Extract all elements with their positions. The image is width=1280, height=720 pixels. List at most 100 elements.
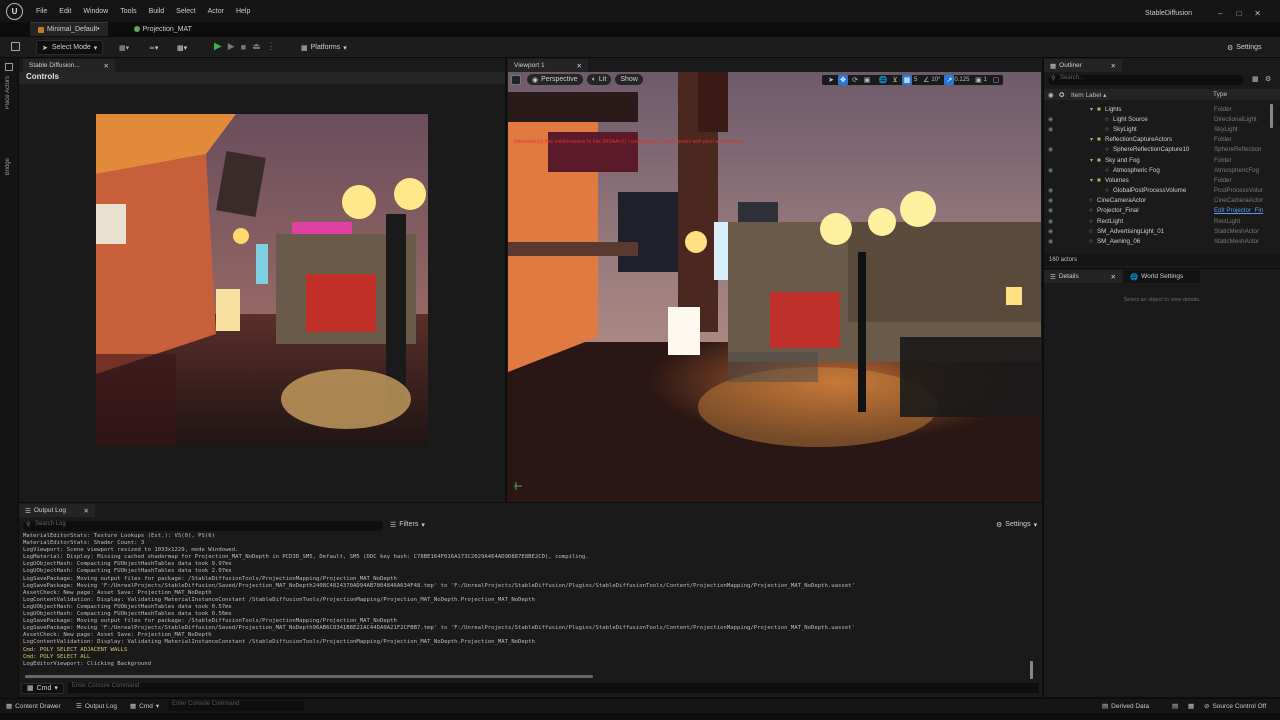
- select-mode-button[interactable]: ➤ Select Mode ▾: [36, 40, 104, 55]
- console-input[interactable]: Enter Console Command: [168, 701, 304, 711]
- menu-item-build[interactable]: Build: [149, 8, 165, 15]
- outliner-row[interactable]: ◉ ○ SM_Awning_06 StaticMeshActor: [1044, 236, 1274, 246]
- place-actors-icon[interactable]: [5, 63, 13, 71]
- perspective-button[interactable]: ◉ Perspective: [527, 74, 583, 85]
- outliner-row[interactable]: ◉ ○ Light Source DirectionalLight: [1044, 114, 1274, 124]
- expand-arrow-icon[interactable]: ▾: [1090, 106, 1093, 113]
- add-content-button[interactable]: ▦▾: [114, 40, 134, 55]
- log-vertical-scrollbar[interactable]: [1030, 661, 1033, 679]
- visibility-icon[interactable]: ◉: [1048, 197, 1053, 204]
- grid-value[interactable]: 5: [914, 77, 917, 83]
- add-folder-icon[interactable]: ▦: [1252, 75, 1259, 83]
- scale-snap-icon[interactable]: ↗: [944, 75, 955, 85]
- expand-arrow-icon[interactable]: ▾: [1090, 136, 1093, 143]
- visibility-icon[interactable]: ◉: [1048, 91, 1054, 99]
- save-icon[interactable]: [11, 42, 20, 51]
- pin-icon[interactable]: ✪: [1059, 91, 1064, 99]
- angle-snap-icon[interactable]: ∠: [921, 75, 931, 85]
- visibility-icon[interactable]: ◉: [1048, 146, 1053, 153]
- log-settings-button[interactable]: ⚙ Settings ▾: [991, 518, 1042, 531]
- close-icon[interactable]: ✕: [104, 62, 109, 70]
- output-log-button[interactable]: ☰ Output Log: [72, 699, 121, 713]
- visibility-icon[interactable]: ◉: [1048, 238, 1053, 245]
- translate-tool-icon[interactable]: ✥: [838, 75, 848, 85]
- visibility-icon[interactable]: ◉: [1048, 167, 1053, 174]
- stop-icon[interactable]: ■: [241, 42, 246, 52]
- close-icon[interactable]: ✕: [577, 62, 582, 70]
- close-icon[interactable]: ✕: [1111, 273, 1116, 281]
- outliner-row[interactable]: ◉ ○ SkyLight SkyLight: [1044, 124, 1274, 134]
- platforms-button[interactable]: ▦ Platforms ▾: [296, 40, 352, 55]
- close-icon[interactable]: ✕: [1111, 62, 1116, 70]
- play-advanced-icon[interactable]: ▶: [228, 41, 235, 52]
- place-actors-tab[interactable]: Place Actors: [5, 76, 11, 109]
- viewport-scene[interactable]: [508, 72, 1041, 502]
- outliner-row[interactable]: ▾ ■ Lights Folder: [1044, 104, 1274, 114]
- rotate-tool-icon[interactable]: ⟳: [850, 75, 860, 85]
- grid-snap-icon[interactable]: ▦: [902, 75, 912, 85]
- menu-item-window[interactable]: Window: [83, 8, 108, 15]
- menu-item-help[interactable]: Help: [236, 8, 250, 15]
- angle-value[interactable]: 10°: [931, 77, 940, 83]
- outliner-row[interactable]: ▾ ■ Volumes Folder: [1044, 175, 1274, 185]
- visibility-icon[interactable]: ◉: [1048, 126, 1053, 133]
- world-settings-tab[interactable]: 🌐 World Settings: [1124, 270, 1200, 283]
- details-tab[interactable]: ☰ Details ✕: [1044, 270, 1122, 283]
- cmd-button[interactable]: ▦ Cmd ▾: [126, 699, 163, 713]
- maximize-button[interactable]: □: [1236, 9, 1241, 18]
- camera-speed-value[interactable]: 1: [983, 77, 986, 83]
- menu-item-select[interactable]: Select: [176, 8, 195, 15]
- derived-data-button[interactable]: ▤ Derived Data: [1098, 699, 1153, 713]
- show-button[interactable]: Show: [615, 74, 643, 85]
- outliner-row[interactable]: ◉ ○ Projector_Final Edit Projector_Fin: [1044, 206, 1274, 216]
- outliner-row[interactable]: ◉ ○ CineCameraActor CineCameraActor: [1044, 196, 1274, 206]
- cinematics-button[interactable]: ▩▾: [172, 40, 192, 55]
- camera-speed-icon[interactable]: ▣: [973, 75, 983, 85]
- outliner-scrollbar[interactable]: [1270, 104, 1273, 128]
- viewport-menu-icon[interactable]: [511, 74, 521, 85]
- viewport-tab[interactable]: Viewport 1 ✕: [508, 59, 588, 72]
- outliner-item-type[interactable]: Edit Projector_Fin: [1214, 207, 1263, 214]
- menu-item-edit[interactable]: Edit: [59, 8, 71, 15]
- visibility-icon[interactable]: ◉: [1048, 228, 1053, 235]
- menu-item-actor[interactable]: Actor: [208, 8, 224, 15]
- item-label-column[interactable]: Item Label ▴: [1071, 91, 1106, 99]
- outliner-settings-icon[interactable]: ⚙: [1265, 75, 1271, 83]
- outliner-row[interactable]: ▾ ■ Sky and Fog Folder: [1044, 155, 1274, 165]
- doc-tab-material[interactable]: Projection_MAT: [126, 22, 200, 36]
- expand-arrow-icon[interactable]: ▾: [1090, 177, 1093, 184]
- scale-snap-value[interactable]: 0.125: [954, 77, 969, 83]
- world-local-icon[interactable]: 🌐: [878, 75, 888, 85]
- doc-tab-level[interactable]: Minimal_Default•: [30, 22, 108, 36]
- outliner-row[interactable]: ◉ ○ RectLight RectLight: [1044, 216, 1274, 226]
- outliner-row[interactable]: ▾ ■ ReflectionCaptureActors Folder: [1044, 135, 1274, 145]
- menu-item-tools[interactable]: Tools: [120, 8, 136, 15]
- outliner-row[interactable]: ◉ ○ SM_AdvertisingLight_01 StaticMeshActor: [1044, 226, 1274, 236]
- outliner-tab[interactable]: ▦ Outliner ✕: [1044, 59, 1122, 72]
- visibility-icon[interactable]: ◉: [1048, 207, 1053, 214]
- lit-button[interactable]: ◐ Lit: [586, 74, 612, 85]
- log-console-input[interactable]: Enter Console Command: [67, 683, 1039, 693]
- outliner-row[interactable]: ◉ ○ GlobalPostProcessVolume PostProcessVolu…: [1044, 186, 1274, 196]
- more-options-icon[interactable]: ⋮: [267, 41, 276, 52]
- visibility-icon[interactable]: ◉: [1048, 187, 1053, 194]
- close-button[interactable]: ✕: [1254, 9, 1261, 18]
- close-icon[interactable]: ✕: [84, 507, 89, 515]
- type-column[interactable]: Type: [1213, 91, 1227, 98]
- scale-tool-icon[interactable]: ▣: [862, 75, 872, 85]
- bridge-tab[interactable]: Bridge: [5, 158, 11, 175]
- expand-arrow-icon[interactable]: ▾: [1090, 157, 1093, 164]
- content-drawer-button[interactable]: ▦ Content Drawer: [2, 699, 65, 713]
- visibility-icon[interactable]: ◉: [1048, 218, 1053, 225]
- visibility-icon[interactable]: ◉: [1048, 116, 1053, 123]
- outliner-row[interactable]: ◉ ○ SphereReflectionCapture10 SphereReflect…: [1044, 145, 1274, 155]
- chart-icon[interactable]: ▤: [1168, 699, 1182, 713]
- play-icon[interactable]: ▶: [214, 41, 222, 52]
- surface-snap-icon[interactable]: ⊻: [890, 75, 900, 85]
- select-tool-icon[interactable]: ➤: [826, 75, 836, 85]
- folder-icon[interactable]: ▦: [1184, 699, 1198, 713]
- minimize-button[interactable]: –: [1218, 9, 1222, 18]
- eject-icon[interactable]: ⏏: [252, 41, 261, 52]
- log-cmd-button[interactable]: ▦ Cmd ▾: [21, 682, 64, 694]
- outliner-search-input[interactable]: Search...: [1048, 75, 1244, 85]
